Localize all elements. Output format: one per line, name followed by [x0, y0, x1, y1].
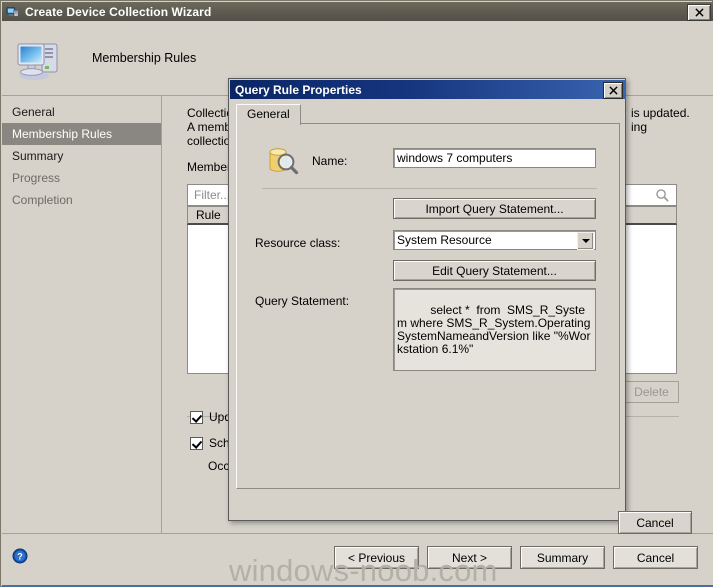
update-membership-checkbox-row[interactable]: Upd [190, 410, 231, 424]
query-database-search-icon [265, 144, 299, 178]
checkbox-update-membership[interactable] [190, 410, 203, 424]
previous-button[interactable]: < Previous [334, 546, 419, 569]
summary-button[interactable]: Summary [520, 546, 605, 569]
sidebar-item-label: General [12, 105, 55, 119]
description-line-1: Collectio [187, 106, 234, 120]
window-title-bar[interactable]: Create Device Collection Wizard [2, 2, 713, 21]
window-app-icon [6, 5, 20, 19]
description-line-3: collectio [187, 134, 231, 148]
wizard-footer: ? < Previous Next > Summary Cancel [2, 533, 713, 586]
dialog-body: General Name: windows 7 computers Import… [230, 99, 692, 534]
query-statement-label: Query Statement: [255, 294, 350, 308]
description-right-1: is updated. [631, 106, 690, 120]
field-group-divider-1 [262, 188, 597, 189]
sidebar-item-summary[interactable]: Summary [2, 145, 161, 167]
delete-button: Delete [624, 381, 679, 403]
edit-query-statement-button[interactable]: Edit Query Statement... [393, 260, 596, 281]
summary-button-label: Summary [536, 550, 589, 565]
name-input-value: windows 7 computers [397, 151, 513, 165]
edit-query-statement-label: Edit Query Statement... [432, 263, 557, 278]
delete-button-label: Delete [634, 385, 669, 399]
resource-class-label: Resource class: [255, 236, 341, 250]
sidebar-item-general[interactable]: General [2, 101, 161, 123]
description-right-2: ing [631, 120, 648, 134]
screen-root: Create Device Collection Wizard Membersh… [0, 0, 713, 587]
sidebar-item-label: Summary [12, 149, 64, 163]
window-title: Create Device Collection Wizard [25, 4, 212, 19]
tab-general[interactable]: General [236, 104, 301, 125]
help-icon[interactable]: ? [12, 548, 28, 567]
window-close-button[interactable] [687, 4, 711, 21]
description-line-2: A memb [187, 120, 232, 134]
cancel-button[interactable]: Cancel [613, 546, 698, 569]
dialog-title: Query Rule Properties [235, 82, 362, 97]
footer-button-group: < Previous Next > Summary Cancel [334, 546, 698, 569]
previous-button-label: < Previous [347, 550, 406, 565]
sidebar-item-completion: Completion [2, 189, 161, 211]
resource-class-dropdown[interactable]: System Resource [393, 230, 596, 250]
dialog-cancel-button-label: Cancel [636, 515, 674, 530]
query-statement-value: select * from SMS_R_System where SMS_R_S… [397, 303, 591, 356]
column-header-rule: Rule [196, 208, 221, 222]
chevron-down-icon[interactable] [577, 232, 594, 250]
sidebar-item-label: Progress [12, 171, 61, 185]
name-input[interactable]: windows 7 computers [393, 148, 596, 168]
schedule-checkbox-row[interactable]: Sch [190, 436, 230, 450]
checkbox-schedule-full-update[interactable] [190, 436, 203, 450]
name-label: Name: [312, 154, 348, 168]
import-query-statement-button[interactable]: Import Query Statement... [393, 198, 596, 219]
cancel-button-label: Cancel [636, 550, 675, 565]
close-icon [694, 8, 704, 17]
page-title: Membership Rules [92, 51, 197, 65]
query-statement-textarea[interactable]: select * from SMS_R_System where SMS_R_S… [393, 288, 596, 371]
sidebar-item-label: Membership Rules [12, 127, 113, 141]
tab-general-label: General [247, 107, 290, 121]
svg-text:?: ? [17, 552, 23, 562]
dialog-cancel-button[interactable]: Cancel [618, 511, 692, 534]
dialog-tabstrip: General [236, 104, 620, 125]
next-button[interactable]: Next > [427, 546, 512, 569]
wizard-step-sidebar: General Membership Rules Summary Progres… [2, 96, 162, 533]
dialog-close-button[interactable] [603, 82, 623, 99]
computer-icon [14, 34, 66, 82]
resource-class-value: System Resource [397, 233, 492, 247]
sidebar-item-label: Completion [12, 193, 73, 207]
sidebar-item-progress: Progress [2, 167, 161, 189]
dialog-title-bar[interactable]: Query Rule Properties [230, 80, 626, 99]
filter-placeholder-text: Filter... [194, 188, 231, 202]
next-button-label: Next > [451, 550, 487, 565]
query-rule-properties-dialog: Query Rule Properties General Name: wind… [228, 78, 692, 534]
close-icon [608, 86, 618, 95]
tab-page-general: Name: windows 7 computers Import Query S… [236, 124, 620, 489]
membership-rules-label: Member [187, 160, 232, 174]
search-icon [655, 188, 670, 206]
import-query-statement-label: Import Query Statement... [425, 201, 564, 216]
checkbox-schedule-label: Sch [209, 436, 230, 450]
sidebar-item-membership-rules[interactable]: Membership Rules [2, 123, 161, 145]
